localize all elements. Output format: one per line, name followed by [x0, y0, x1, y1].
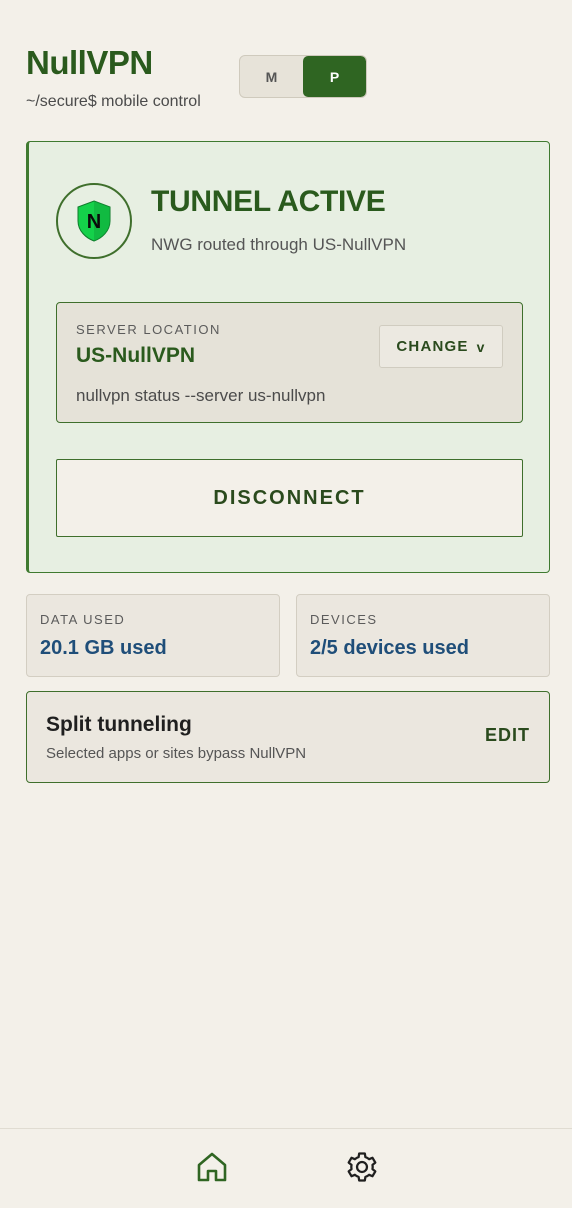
app-screen: NullVPN ~/secure$ mobile control M P N T…: [0, 0, 572, 1208]
devices-label: DEVICES: [310, 612, 378, 627]
data-used-card: DATA USED 20.1 GB used: [26, 594, 280, 677]
chevron-down-icon: v: [476, 338, 486, 355]
gear-icon: [347, 1152, 377, 1182]
data-used-value: 20.1 GB used: [40, 637, 167, 659]
nav-settings-button[interactable]: [342, 1147, 382, 1187]
shield-badge: N: [56, 183, 132, 259]
tunnel-status-subtitle: NWG routed through US-NullVPN: [151, 235, 407, 254]
tunnel-status-title: TUNNEL ACTIVE: [151, 185, 386, 218]
mode-toggle: M P: [239, 55, 367, 98]
home-icon: [197, 1152, 227, 1182]
change-server-label: CHANGE: [396, 338, 469, 355]
split-tunneling-edit-button[interactable]: EDIT: [485, 725, 530, 746]
devices-card: DEVICES 2/5 devices used: [296, 594, 550, 677]
server-location-panel: SERVER LOCATION US-NullVPN nullvpn statu…: [56, 302, 523, 423]
server-location-label: SERVER LOCATION: [76, 322, 221, 337]
split-tunneling-card: Split tunneling Selected apps or sites b…: [26, 691, 550, 783]
shield-letter: N: [87, 211, 101, 233]
split-tunneling-title: Split tunneling: [46, 713, 192, 736]
mode-option-p[interactable]: P: [303, 56, 366, 97]
shield-icon: N: [77, 200, 111, 242]
devices-value: 2/5 devices used: [310, 637, 469, 659]
disconnect-button[interactable]: DISCONNECT: [56, 459, 523, 537]
tunnel-status-card: N TUNNEL ACTIVE NWG routed through US-Nu…: [26, 141, 550, 573]
mode-option-m[interactable]: M: [240, 56, 303, 97]
server-name: US-NullVPN: [76, 344, 196, 367]
server-command: nullvpn status --server us-nullvpn: [76, 386, 326, 405]
change-server-button[interactable]: CHANGE v: [379, 325, 503, 368]
split-tunneling-subtitle: Selected apps or sites bypass NullVPN: [46, 745, 307, 762]
header: NullVPN ~/secure$ mobile control M P: [26, 44, 546, 124]
app-subtitle: ~/secure$ mobile control: [26, 93, 201, 110]
data-used-label: DATA USED: [40, 612, 126, 627]
app-title: NullVPN: [26, 44, 153, 81]
bottom-nav: [0, 1128, 572, 1208]
nav-home-button[interactable]: [192, 1147, 232, 1187]
